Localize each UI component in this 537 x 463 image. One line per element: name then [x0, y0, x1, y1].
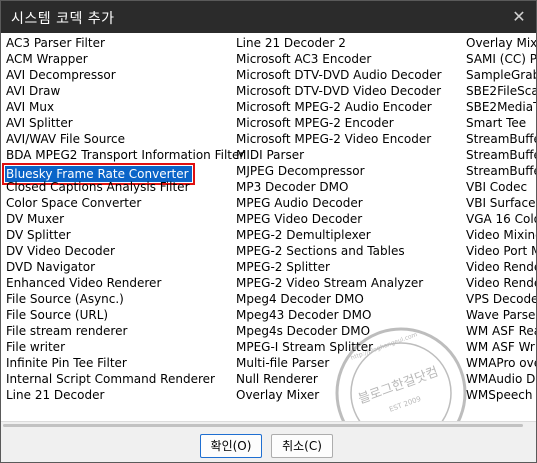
- codec-list-item[interactable]: Multi-file Parser: [236, 355, 442, 371]
- codec-list-item[interactable]: DV Video Decoder: [6, 243, 244, 259]
- codec-list-item[interactable]: File stream renderer: [6, 323, 244, 339]
- codec-list-item[interactable]: MP3 Decoder DMO: [236, 179, 442, 195]
- codec-list-item[interactable]: MPEG-2 Splitter: [236, 259, 442, 275]
- codec-list-item[interactable]: AC3 Parser Filter: [6, 35, 244, 51]
- codec-list-item[interactable]: Mpeg43 Decoder DMO: [236, 307, 442, 323]
- scrollbar-thumb[interactable]: [3, 424, 523, 427]
- codec-list-item[interactable]: AVI Mux: [6, 99, 244, 115]
- dialog-title: 시스템 코덱 추가: [11, 11, 115, 27]
- codec-list-item[interactable]: DV Splitter: [6, 227, 244, 243]
- codec-list-item[interactable]: StreamBuffer: [466, 147, 536, 163]
- codec-list-item[interactable]: BDA MPEG2 Transport Information Filter: [6, 147, 244, 163]
- codec-list-item[interactable]: MJPEG Decompressor: [236, 163, 442, 179]
- add-system-codec-dialog: 시스템 코덱 추가 ✕ AC3 Parser Filter ACM Wrapper…: [0, 0, 537, 463]
- codec-list-item[interactable]: Color Space Converter: [6, 195, 244, 211]
- codec-list-item[interactable]: Mpeg4s Decoder DMO: [236, 323, 442, 339]
- codec-list-item[interactable]: Microsoft DTV-DVD Video Decoder: [236, 83, 442, 99]
- codec-list-item[interactable]: Microsoft DTV-DVD Audio Decoder: [236, 67, 442, 83]
- codec-list-item[interactable]: Overlay Mixe: [466, 35, 536, 51]
- codec-list-item[interactable]: Video Port M: [466, 243, 536, 259]
- codec-list-item[interactable]: Infinite Pin Tee Filter: [6, 355, 244, 371]
- codec-list-item[interactable]: Line 21 Decoder: [6, 387, 244, 403]
- codec-list-item[interactable]: Null Renderer: [236, 371, 442, 387]
- codec-list-item[interactable]: MPEG Audio Decoder: [236, 195, 442, 211]
- codec-list-item[interactable]: MPEG-2 Video Stream Analyzer: [236, 275, 442, 291]
- codec-list-item[interactable]: Video Render: [466, 259, 536, 275]
- codec-list-item[interactable]: Microsoft MPEG-2 Video Encoder: [236, 131, 442, 147]
- codec-list-item[interactable]: MIDI Parser: [236, 147, 442, 163]
- codec-list-item[interactable]: Closed Captions Analysis Filter: [6, 179, 244, 195]
- codec-list-item[interactable]: Microsoft MPEG-2 Encoder: [236, 115, 442, 131]
- cancel-button[interactable]: 취소(C): [271, 434, 333, 458]
- codec-list-item[interactable]: File writer: [6, 339, 244, 355]
- codec-list-item[interactable]: DV Muxer: [6, 211, 244, 227]
- codec-list-item[interactable]: File Source (Async.): [6, 291, 244, 307]
- codec-list-item[interactable]: SampleGrabb: [466, 67, 536, 83]
- codec-list-item[interactable]: Wave Parser: [466, 307, 536, 323]
- codec-column-1: AC3 Parser Filter ACM Wrapper AVI Decompre…: [2, 35, 244, 403]
- codec-column-3: Overlay MixeSAMI (CC) PSampleGrabbSBE2Fi…: [466, 35, 536, 403]
- codec-list-item[interactable]: WM ASF Wri: [466, 339, 536, 355]
- codec-list-item[interactable]: MPEG-2 Sections and Tables: [236, 243, 442, 259]
- codec-list-item[interactable]: SBE2FileScar: [466, 83, 536, 99]
- codec-list-item[interactable]: AVI/WAV File Source: [6, 131, 244, 147]
- codec-list-item[interactable]: VPS Decoder: [466, 291, 536, 307]
- codec-list-item[interactable]: MPEG-I Stream Splitter: [236, 339, 442, 355]
- codec-list-item[interactable]: SAMI (CC) P: [466, 51, 536, 67]
- codec-list-item[interactable]: AVI Decompressor: [6, 67, 244, 83]
- codec-column-2: Line 21 Decoder 2 Microsoft AC3 Encoder Mi…: [236, 35, 442, 403]
- codec-list-item[interactable]: WM ASF Rea: [466, 323, 536, 339]
- codec-list-item[interactable]: AVI Splitter: [6, 115, 244, 131]
- codec-list-item[interactable]: WMAudio De: [466, 371, 536, 387]
- codec-list-item[interactable]: Overlay Mixer: [236, 387, 442, 403]
- codec-list-item[interactable]: Video Render: [466, 275, 536, 291]
- codec-list-item[interactable]: SBE2MediaTy: [466, 99, 536, 115]
- codec-list-item[interactable]: Smart Tee: [466, 115, 536, 131]
- codec-list-item[interactable]: StreamBuffer: [466, 131, 536, 147]
- codec-list-item[interactable]: ACM Wrapper: [6, 51, 244, 67]
- codec-list-item[interactable]: Video Mixing: [466, 227, 536, 243]
- codec-list-item[interactable]: VGA 16 Colo: [466, 211, 536, 227]
- codec-list-item[interactable]: Internal Script Command Renderer: [6, 371, 244, 387]
- codec-list-item[interactable]: Microsoft MPEG-2 Audio Encoder: [236, 99, 442, 115]
- codec-list-item[interactable]: VBI Surface A: [466, 195, 536, 211]
- codec-list-item[interactable]: Mpeg4 Decoder DMO: [236, 291, 442, 307]
- ok-button[interactable]: 확인(O): [200, 434, 262, 458]
- horizontal-scrollbar[interactable]: [1, 421, 536, 430]
- codec-list[interactable]: AC3 Parser Filter ACM Wrapper AVI Decompre…: [1, 33, 536, 421]
- button-bar: 확인(O) 취소(C): [1, 430, 536, 462]
- codec-list-item[interactable]: MPEG-2 Demultiplexer: [236, 227, 442, 243]
- codec-list-item[interactable]: WMAPro ove: [466, 355, 536, 371]
- codec-list-item[interactable]: VBI Codec: [466, 179, 536, 195]
- codec-list-item[interactable]: MPEG Video Decoder: [236, 211, 442, 227]
- close-icon[interactable]: ✕: [506, 4, 532, 30]
- codec-list-item[interactable]: File Source (URL): [6, 307, 244, 323]
- codec-list-item[interactable]: Line 21 Decoder 2: [236, 35, 442, 51]
- selected-row: Bluesky Frame Rate Converter: [2, 163, 244, 185]
- codec-list-item[interactable]: Microsoft AC3 Encoder: [236, 51, 442, 67]
- codec-list-item[interactable]: WMSpeech D: [466, 387, 536, 403]
- codec-list-item[interactable]: Enhanced Video Renderer: [6, 275, 244, 291]
- codec-list-item[interactable]: DVD Navigator: [6, 259, 244, 275]
- codec-list-item[interactable]: AVI Draw: [6, 83, 244, 99]
- title-bar: 시스템 코덱 추가 ✕: [1, 1, 536, 33]
- codec-list-item[interactable]: StreamBuffer: [466, 163, 536, 179]
